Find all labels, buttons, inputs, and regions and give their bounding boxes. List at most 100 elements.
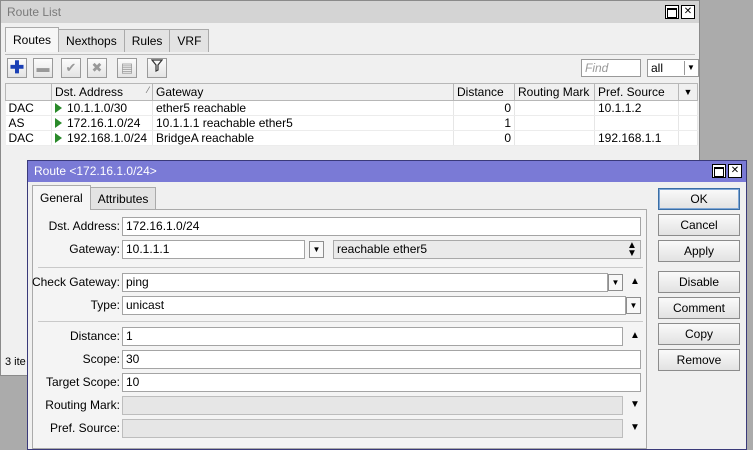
cell-dst: 192.168.1.0/24 (51, 130, 153, 146)
find-input[interactable]: Find (581, 59, 641, 77)
col-distance[interactable]: Distance (453, 83, 515, 101)
collapse-up-icon[interactable]: ▲ (630, 275, 640, 289)
cell-dst-text: 192.168.1.0/24 (67, 131, 148, 145)
type-dropdown[interactable]: ▼ (626, 297, 641, 314)
distance-row: Distance: 1 ▲ (33, 327, 648, 347)
collapse-up-icon[interactable]: ▲ (630, 329, 640, 343)
tab-attributes[interactable]: Attributes (89, 187, 157, 210)
tab-general[interactable]: General (32, 185, 91, 210)
col-gateway[interactable]: Gateway (152, 83, 454, 101)
gateway-state: reachable ether5 (333, 240, 641, 259)
dst-address-row: Dst. Address: 172.16.1.0/24 (33, 217, 648, 237)
check-gateway-label: Check Gateway: (31, 275, 120, 289)
funnel-icon (150, 59, 164, 75)
expand-down-icon[interactable]: ▼ (630, 398, 640, 412)
cell-mark (514, 115, 595, 131)
cell-gateway: BridgeA reachable (152, 130, 454, 146)
gateway-dropdown[interactable]: ▼ (309, 241, 324, 258)
apply-button[interactable]: Apply (658, 240, 740, 262)
filter-button[interactable] (147, 58, 167, 78)
divider (38, 321, 643, 322)
comment-button[interactable]: ▤ (117, 58, 137, 78)
add-button[interactable]: ✚ (7, 58, 27, 78)
comment-button[interactable]: Comment (658, 297, 740, 319)
check-gateway-dropdown[interactable]: ▼ (608, 274, 623, 291)
table-row[interactable]: DAC 10.1.1.0/30 ether5 reachable 0 10.1.… (5, 100, 698, 116)
expand-down-icon[interactable]: ▼ (630, 421, 640, 435)
cell-distance: 1 (453, 115, 515, 131)
cell-pref: 10.1.1.2 (594, 100, 679, 116)
col-flags[interactable] (5, 83, 52, 101)
pref-source-field[interactable] (122, 419, 623, 438)
type-row: Type: unicast ▼ (33, 296, 648, 316)
check-icon: ✔ (65, 60, 77, 75)
route-window-titlebar[interactable]: Route <172.16.1.0/24> ✕ (28, 161, 746, 182)
route-list-titlebar[interactable]: Route List ✕ (1, 1, 699, 23)
cross-icon: ✖ (91, 60, 103, 75)
gateway-field[interactable]: 10.1.1.1 (122, 240, 305, 259)
routing-mark-row: Routing Mark: ▼ (33, 396, 648, 416)
cell-dst-text: 10.1.1.0/30 (67, 101, 128, 115)
play-icon (55, 133, 62, 143)
remove-button[interactable]: Remove (658, 349, 740, 371)
filter-select-value: all (651, 61, 664, 75)
target-scope-label: Target Scope: (45, 375, 120, 389)
gateway-label: Gateway: (69, 242, 120, 256)
tab-nexthops[interactable]: Nexthops (58, 29, 125, 52)
col-dst-address[interactable]: Dst. Address ⁄ (51, 83, 153, 101)
disable-button[interactable]: ✖ (87, 58, 107, 78)
column-menu-button[interactable]: ▼ (678, 83, 698, 101)
cell-gateway: 10.1.1.1 reachable ether5 (152, 115, 454, 131)
route-list-toolbar: ✚ ▬ ✔ ✖ ▤ Find all ▼ (5, 54, 699, 82)
close-button[interactable]: ✕ (728, 164, 742, 178)
route-table: Dst. Address ⁄ Gateway Distance Routing M… (5, 83, 698, 146)
target-scope-field[interactable]: 10 (122, 373, 641, 392)
route-window-title: Route <172.16.1.0/24> (34, 164, 157, 178)
routing-mark-label: Routing Mark: (45, 398, 120, 412)
distance-field[interactable]: 1 (122, 327, 623, 346)
dst-address-field[interactable]: 172.16.1.0/24 (122, 217, 641, 236)
table-row[interactable]: DAC 192.168.1.0/24 BridgeA reachable 0 1… (5, 130, 698, 146)
scope-field[interactable]: 30 (122, 350, 641, 369)
cell-flags: DAC (5, 130, 52, 146)
tab-rules[interactable]: Rules (123, 29, 171, 52)
maximize-button[interactable] (712, 164, 726, 178)
copy-button[interactable]: Copy (658, 323, 740, 345)
enable-button[interactable]: ✔ (61, 58, 81, 78)
cell-pref: 192.168.1.1 (594, 130, 679, 146)
gateway-row: Gateway: 10.1.1.1 ▼ reachable ether5 ▲ ▼ (33, 240, 648, 260)
col-routing-mark[interactable]: Routing Mark (514, 83, 595, 101)
play-icon (55, 118, 62, 128)
divider (38, 267, 643, 268)
cell-distance: 0 (453, 100, 515, 116)
check-gateway-field[interactable]: ping (122, 273, 608, 292)
col-pref-source[interactable]: Pref. Source (594, 83, 679, 101)
cell-dst: 10.1.1.0/30 (51, 100, 153, 116)
disable-button[interactable]: Disable (658, 271, 740, 293)
cell-distance: 0 (453, 130, 515, 146)
filter-select[interactable]: all ▼ (647, 59, 699, 77)
up-down-icon[interactable]: ▲ ▼ (627, 241, 637, 259)
type-field[interactable]: unicast (122, 296, 626, 315)
tab-routes[interactable]: Routes (5, 27, 60, 52)
general-panel: Dst. Address: 172.16.1.0/24 Gateway: 10.… (32, 209, 647, 449)
table-row[interactable]: AS 172.16.1.0/24 10.1.1.1 reachable ethe… (5, 115, 698, 131)
ok-button[interactable]: OK (658, 188, 740, 210)
cell-mark (514, 100, 595, 116)
route-list-tabs: Routes Nexthops Rules VRF (5, 27, 210, 52)
maximize-button[interactable] (665, 5, 679, 19)
close-button[interactable]: ✕ (681, 5, 695, 19)
type-label: Type: (90, 298, 120, 312)
tab-vrf[interactable]: VRF (169, 29, 210, 52)
cell-dst: 172.16.1.0/24 (51, 115, 153, 131)
pref-source-row: Pref. Source: ▼ (33, 419, 648, 439)
table-header: Dst. Address ⁄ Gateway Distance Routing M… (5, 83, 698, 101)
chevron-down-icon: ▼ (683, 87, 693, 97)
note-icon: ▤ (120, 60, 134, 75)
cell-dst-text: 172.16.1.0/24 (67, 116, 141, 130)
remove-button[interactable]: ▬ (33, 58, 53, 78)
col-dst-address-label: Dst. Address (55, 85, 124, 99)
cell-pref (594, 115, 679, 131)
routing-mark-field[interactable] (122, 396, 623, 415)
cancel-button[interactable]: Cancel (658, 214, 740, 236)
